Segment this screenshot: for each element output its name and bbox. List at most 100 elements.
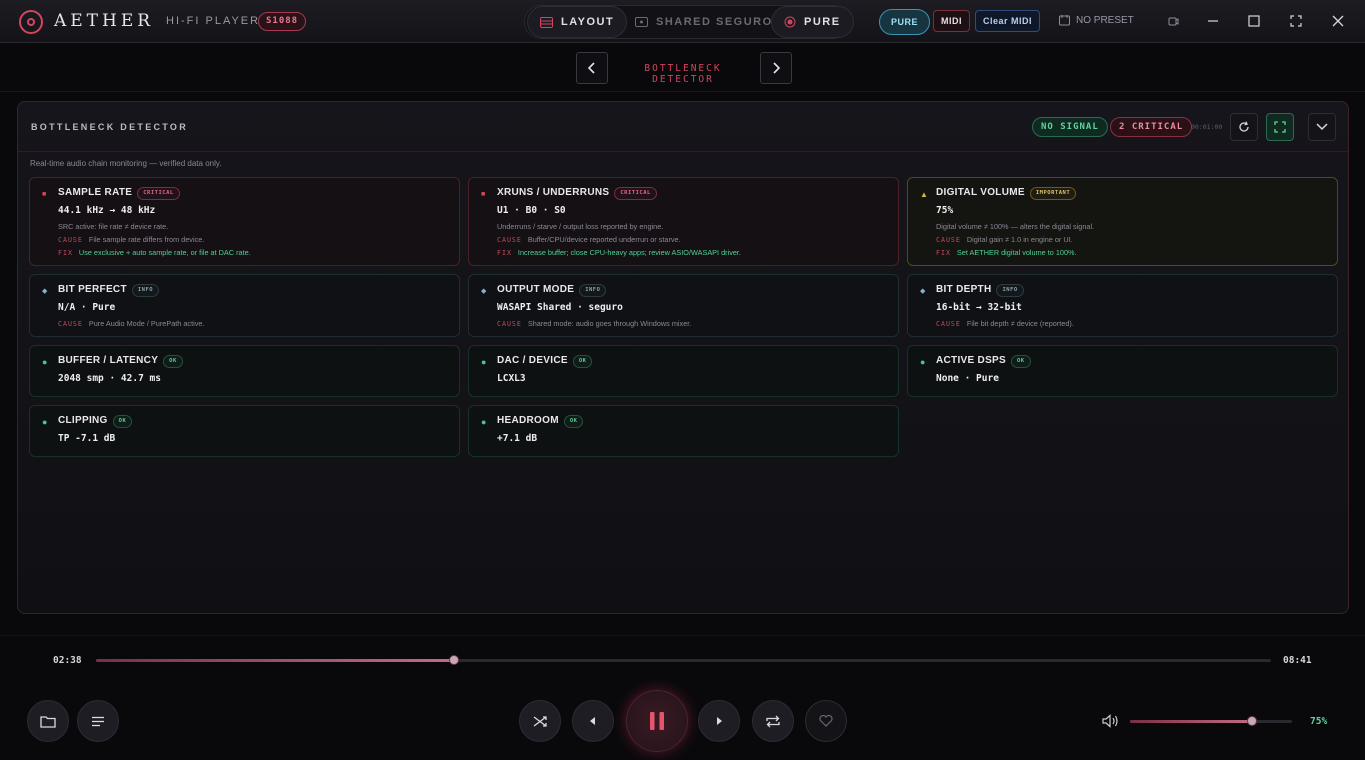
card-title: DAC / DEVICE OK (497, 355, 593, 368)
ok-dot-icon: ● (920, 357, 926, 367)
card-cause: CAUSE Buffer/CPU/device reported underrun… (497, 235, 681, 244)
ok-dot-icon: ● (481, 357, 487, 367)
card-value: None · Pure (936, 373, 999, 384)
refresh-button[interactable] (1230, 113, 1258, 141)
list-icon (92, 716, 104, 726)
severity-tag: OK (112, 415, 133, 428)
progress-track[interactable] (96, 655, 1271, 665)
card-cause: CAUSE Shared mode: audio goes through Win… (497, 319, 692, 328)
repeat-icon (766, 715, 780, 727)
playlist-button[interactable] (77, 700, 119, 742)
card-note: Digital volume ≠ 100% — alters the digit… (936, 222, 1095, 231)
seek-bar: 02:38 08:41 (0, 635, 1365, 683)
card-fix: FIX Set AETHER digital volume to 100%. (936, 248, 1077, 257)
bottleneck-panel: BOTTLENECK DETECTOR NO SIGNAL 2 CRITICAL… (17, 101, 1349, 614)
refresh-icon (1239, 121, 1249, 132)
critical-count-badge: 2 CRITICAL (1110, 117, 1193, 137)
repeat-button[interactable] (752, 700, 794, 742)
card-cause: CAUSE Digital gain ≠ 1.0 in engine or UI. (936, 235, 1073, 244)
active-dsps-card[interactable]: ● ACTIVE DSPS OK None · Pure (907, 345, 1338, 397)
volume-percent: 75% (1310, 716, 1328, 727)
ok-dot-icon: ● (481, 417, 487, 427)
pure-label: PURE (804, 16, 841, 28)
maximize-icon[interactable] (1243, 10, 1265, 32)
clipping-card[interactable]: ● CLIPPING OK TP -7.1 dB (29, 405, 460, 457)
buffer-latency-card[interactable]: ● BUFFER / LATENCY OK 2048 smp · 42.7 ms (29, 345, 460, 397)
pause-icon (650, 712, 664, 730)
next-panel-button[interactable] (760, 52, 792, 84)
volume-fill (1130, 720, 1252, 723)
shuffle-icon (533, 715, 547, 727)
chevron-left-icon (587, 62, 595, 74)
card-title: BUFFER / LATENCY OK (58, 355, 183, 368)
shuffle-button[interactable] (519, 700, 561, 742)
dac-device-card[interactable]: ● DAC / DEVICE OK LCXL3 (468, 345, 899, 397)
collapse-panel-button[interactable] (1308, 113, 1336, 141)
layout-button[interactable]: LAYOUT (527, 6, 628, 38)
folder-icon (40, 715, 56, 728)
logo-icon (19, 10, 43, 34)
sample-rate-card[interactable]: ■ SAMPLE RATE CRITICAL 44.1 kHz → 48 kHz … (29, 177, 460, 266)
clear-midi-button[interactable]: Clear MIDI (975, 10, 1041, 32)
transport-controls: 75% (0, 683, 1365, 760)
prev-panel-button[interactable] (576, 52, 608, 84)
panel-divider (18, 151, 1348, 152)
digital-volume-card[interactable]: ▲ DIGITAL VOLUME IMPORTANT 75% Digital vo… (907, 177, 1338, 266)
app-window: AETHER HI-FI PLAYER S1088 LAYOUT SHARED … (0, 0, 1365, 760)
volume-icon[interactable] (1102, 714, 1119, 733)
expand-icon (1274, 121, 1286, 133)
volume-slider[interactable] (1130, 716, 1292, 726)
preset-selector[interactable]: NO PRESET (1059, 15, 1134, 26)
volume-handle[interactable] (1246, 716, 1257, 726)
no-signal-badge: NO SIGNAL (1032, 117, 1108, 137)
layout-label: LAYOUT (561, 16, 615, 28)
pause-button[interactable] (626, 690, 688, 752)
card-cause: CAUSE File bit depth ≠ device (reported). (936, 319, 1074, 328)
pure-button[interactable]: PURE (771, 6, 854, 38)
card-fix: FIX Use exclusive + auto sample rate, or … (58, 248, 251, 257)
fullscreen-icon[interactable] (1285, 10, 1307, 32)
bit-depth-card[interactable]: ◆ BIT DEPTH INFO 16-bit → 32-bit CAUSE Fil… (907, 274, 1338, 337)
panel-description: Real-time audio chain monitoring — verif… (30, 159, 222, 168)
xruns-card[interactable]: ■ XRUNS / UNDERRUNS CRITICAL U1 · B0 · S0… (468, 177, 899, 266)
severity-tag: INFO (131, 284, 160, 297)
close-icon[interactable] (1327, 10, 1349, 32)
card-title: ACTIVE DSPS OK (936, 355, 1031, 368)
previous-track-button[interactable] (572, 700, 614, 742)
info-diamond-icon: ◆ (42, 288, 48, 295)
card-value: 44.1 kHz → 48 kHz (58, 205, 156, 216)
progress-handle[interactable] (449, 655, 460, 665)
headroom-card[interactable]: ● HEADROOM OK +7.1 dB (468, 405, 899, 457)
chevron-right-icon (773, 62, 781, 74)
card-value: 16-bit → 32-bit (936, 302, 1022, 313)
panel-nav-title: BOTTLENECK DETECTOR (644, 63, 722, 85)
total-time: 08:41 (1283, 655, 1312, 666)
app-subtitle: HI-FI PLAYER (166, 15, 261, 27)
open-folder-button[interactable] (27, 700, 69, 742)
title-bar: AETHER HI-FI PLAYER S1088 LAYOUT SHARED … (0, 0, 1365, 43)
card-value: 75% (936, 205, 954, 216)
pure-chip[interactable]: PURE (879, 9, 931, 35)
severity-tag: CRITICAL (614, 187, 657, 200)
expand-panel-button[interactable] (1266, 113, 1294, 141)
chevron-down-icon (1316, 123, 1328, 131)
next-track-button[interactable] (698, 700, 740, 742)
midi-chip[interactable]: MIDI (933, 10, 970, 32)
bit-perfect-card[interactable]: ◆ BIT PERFECT INFO N/A · Pure CAUSE Pure A… (29, 274, 460, 337)
card-cause: CAUSE Pure Audio Mode / PurePath active. (58, 319, 205, 328)
card-title: DIGITAL VOLUME IMPORTANT (936, 187, 1077, 200)
heart-icon (819, 715, 833, 727)
favorite-button[interactable] (805, 700, 847, 742)
output-mode-card[interactable]: ◆ OUTPUT MODE INFO WASAPI Shared · seguro… (468, 274, 899, 337)
critical-square-icon: ■ (481, 191, 486, 198)
shared-seguro-button[interactable]: SHARED SEGURO (622, 6, 786, 38)
severity-tag: OK (563, 415, 584, 428)
minimize-icon[interactable] (1202, 10, 1224, 32)
card-title: SAMPLE RATE CRITICAL (58, 187, 180, 200)
mini-player-icon[interactable] (1162, 10, 1184, 32)
warning-triangle-icon: ▲ (920, 190, 928, 199)
preset-icon (1059, 15, 1070, 26)
card-cause: CAUSE File sample rate differs from devic… (58, 235, 205, 244)
info-diamond-icon: ◆ (481, 288, 487, 295)
record-dot-icon (784, 16, 796, 28)
